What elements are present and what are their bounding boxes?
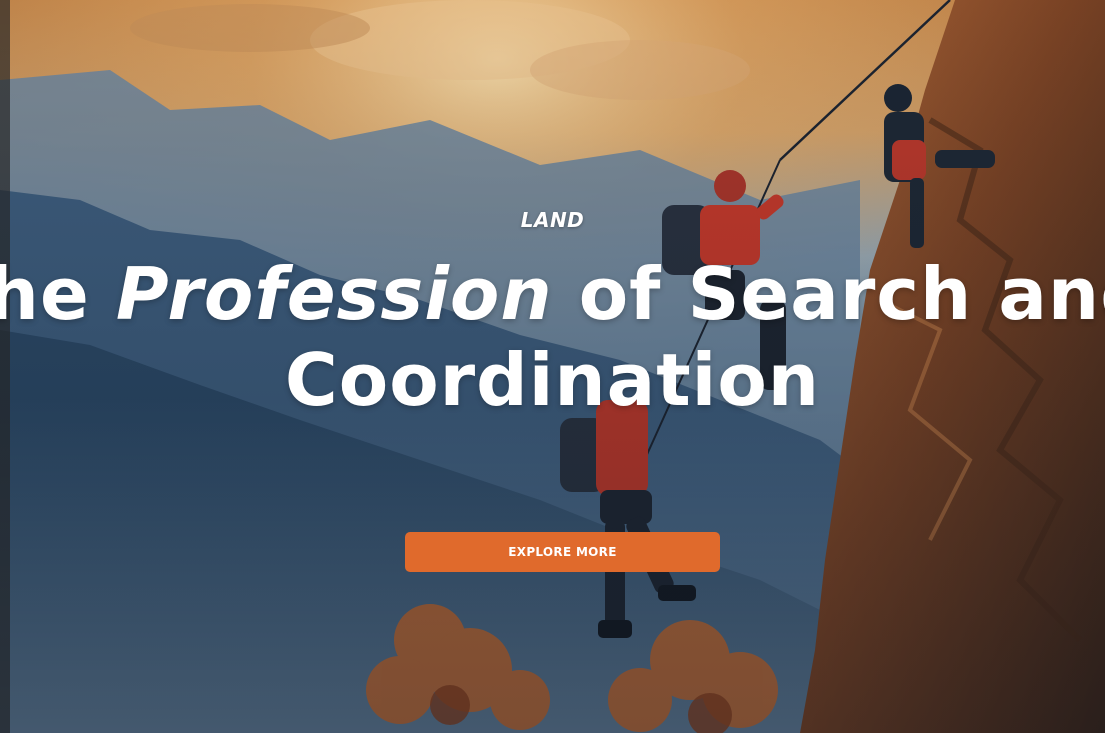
headline-suffix: of Search and — [552, 252, 1105, 336]
hero-headline: the Profession of Search and Coordinatio… — [0, 251, 1105, 423]
explore-more-button[interactable]: EXPLORE MORE — [405, 532, 720, 572]
hero-eyebrow: LAND — [520, 208, 585, 232]
headline-emphasis: Profession — [115, 252, 553, 336]
headline-prefix: the — [0, 252, 90, 336]
hero-section: LAND the Profession of Search and Coordi… — [0, 0, 1105, 733]
headline-line-1: the Profession of Search and — [0, 251, 1105, 337]
headline-line-2: Coordination — [284, 338, 821, 422]
